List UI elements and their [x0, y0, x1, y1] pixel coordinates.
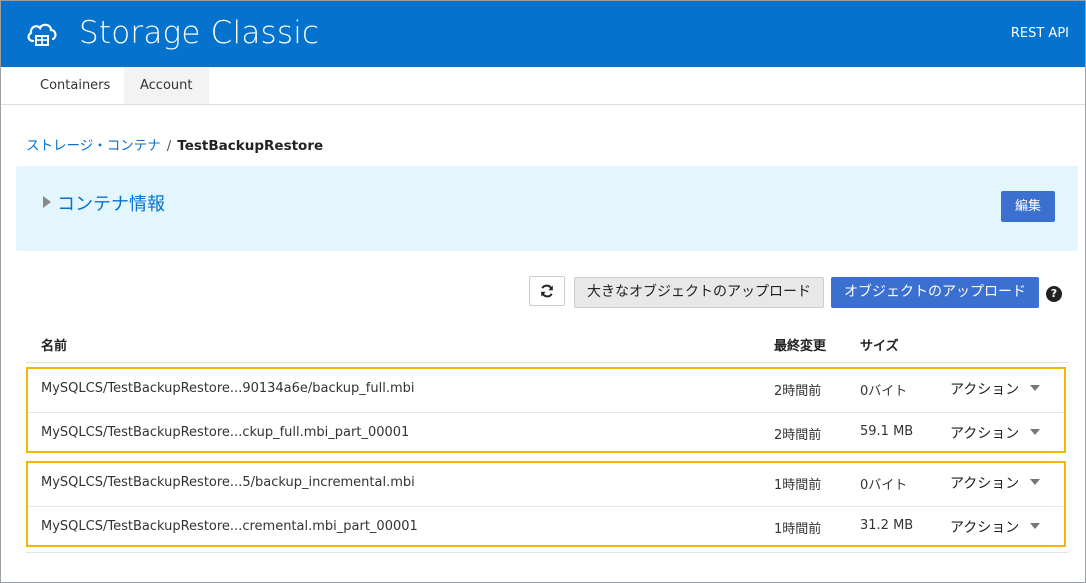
- action-menu-button[interactable]: アクション: [950, 517, 1019, 537]
- object-name[interactable]: MySQLCS/TestBackupRestore...ckup_full.mb…: [41, 425, 409, 440]
- cloud-storage-icon: [27, 23, 57, 46]
- breadcrumb: ストレージ・コンテナ / TestBackupRestore: [26, 134, 323, 154]
- highlight-group-incremental-backup: MySQLCS/TestBackupRestore...5/backup_inc…: [26, 461, 1066, 547]
- breadcrumb-storage-containers[interactable]: ストレージ・コンテナ: [26, 138, 161, 154]
- chevron-down-icon[interactable]: [1030, 429, 1040, 435]
- object-modified: 2時間前: [774, 384, 822, 399]
- chevron-down-icon[interactable]: [1030, 523, 1040, 529]
- object-size: 31.2 MB: [860, 518, 914, 533]
- object-size: 0バイト: [860, 384, 908, 399]
- tab-containers[interactable]: Containers: [24, 67, 126, 104]
- object-size: 0バイト: [860, 478, 908, 493]
- column-header-size: サイズ: [860, 339, 899, 354]
- column-header-modified: 最終変更: [774, 339, 827, 354]
- help-icon[interactable]: ?: [1046, 286, 1062, 302]
- header-divider: [26, 362, 1068, 363]
- object-modified: 1時間前: [774, 522, 822, 537]
- header-bar: Storage Classic REST API: [1, 1, 1085, 67]
- column-header-name: 名前: [41, 339, 68, 354]
- table-row: MySQLCS/TestBackupRestore...ckup_full.mb…: [28, 412, 1064, 454]
- upload-large-object-button[interactable]: 大きなオブジェクトのアップロード: [574, 277, 824, 308]
- chevron-down-icon[interactable]: [1030, 385, 1040, 391]
- expand-triangle-icon[interactable]: [43, 196, 51, 208]
- table-row: MySQLCS/TestBackupRestore...cremental.mb…: [28, 506, 1064, 548]
- tab-bar: Containers Account: [1, 67, 1085, 105]
- object-name[interactable]: MySQLCS/TestBackupRestore...90134a6e/bac…: [41, 381, 414, 396]
- object-name[interactable]: MySQLCS/TestBackupRestore...5/backup_inc…: [41, 475, 415, 490]
- breadcrumb-current: TestBackupRestore: [177, 138, 324, 154]
- highlight-group-full-backup: MySQLCS/TestBackupRestore...90134a6e/bac…: [26, 367, 1066, 453]
- container-info-panel: コンテナ情報 編集: [16, 166, 1078, 251]
- action-menu-button[interactable]: アクション: [950, 379, 1019, 399]
- table-bottom-divider: [26, 552, 1068, 553]
- app-title: Storage Classic: [79, 15, 320, 51]
- rest-api-link[interactable]: REST API: [1011, 26, 1069, 41]
- edit-button[interactable]: 編集: [1001, 191, 1055, 222]
- table-row: MySQLCS/TestBackupRestore...5/backup_inc…: [28, 463, 1064, 504]
- action-menu-button[interactable]: アクション: [950, 473, 1019, 493]
- upload-object-button[interactable]: オブジェクトのアップロード: [831, 277, 1039, 308]
- chevron-down-icon[interactable]: [1030, 479, 1040, 485]
- object-modified: 1時間前: [774, 478, 822, 493]
- breadcrumb-separator: /: [166, 138, 172, 154]
- object-size: 59.1 MB: [860, 424, 914, 439]
- object-name[interactable]: MySQLCS/TestBackupRestore...cremental.mb…: [41, 519, 418, 534]
- action-menu-button[interactable]: アクション: [950, 423, 1019, 443]
- table-row: MySQLCS/TestBackupRestore...90134a6e/bac…: [28, 369, 1064, 410]
- app-window: Storage Classic REST API Containers Acco…: [0, 0, 1086, 583]
- refresh-icon: [541, 284, 553, 298]
- object-modified: 2時間前: [774, 428, 822, 443]
- refresh-button[interactable]: [529, 276, 565, 306]
- tab-account[interactable]: Account: [124, 67, 209, 104]
- container-info-toggle[interactable]: コンテナ情報: [57, 190, 165, 216]
